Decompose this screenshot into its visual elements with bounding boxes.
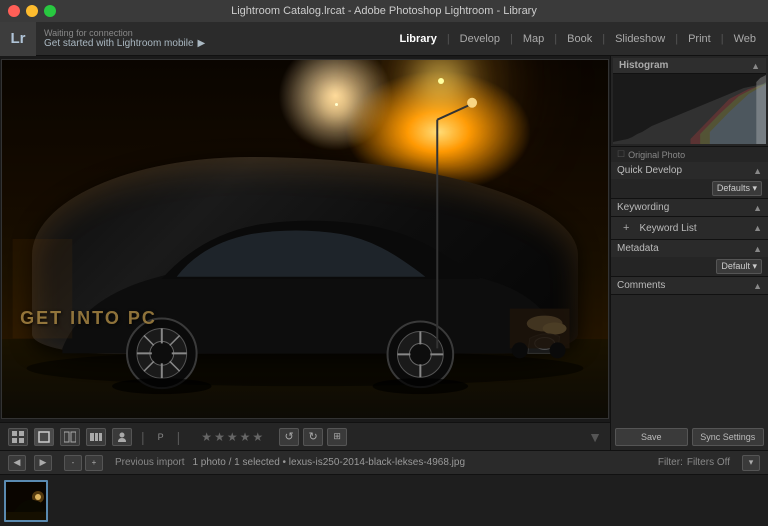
car-image: GET INTO PC — [2, 60, 608, 418]
grid-view-button[interactable] — [8, 428, 28, 446]
compare-view-button[interactable] — [60, 428, 80, 446]
photo-toolbar: | P | ★ ★ ★ ★ ★ ↺ ↻ ⊞ ▼ — [0, 422, 610, 450]
grid-smaller-button[interactable]: - — [64, 455, 82, 471]
loupe-view-button[interactable] — [34, 428, 54, 446]
right-panel: Histogram ▲ — [610, 56, 768, 450]
histogram-header[interactable]: Histogram ▲ — [613, 58, 766, 74]
main-photo: GET INTO PC — [1, 59, 609, 419]
tab-book[interactable]: Book — [559, 29, 600, 49]
import-label: Previous import — [115, 457, 184, 468]
keyword-list-label: Keyword List — [639, 223, 696, 234]
comments-label: Comments — [617, 280, 665, 291]
metadata-chevron: ▲ — [753, 244, 762, 254]
status-bar: ◀ ▶ - + Previous import 1 photo / 1 sele… — [0, 450, 768, 474]
original-photo-label: ☐ Original Photo — [611, 147, 768, 162]
right-panel-buttons: Save Sync Settings — [611, 424, 768, 450]
title-bar: Lightroom Catalog.lrcat - Adobe Photosho… — [0, 0, 768, 22]
metadata-preset-row: Default ▾ — [611, 257, 768, 276]
filter-toggle-button[interactable]: ▾ — [742, 455, 760, 471]
car-svg — [2, 60, 608, 418]
minimize-button[interactable] — [26, 5, 38, 17]
histogram-chevron: ▲ — [751, 61, 760, 71]
top-bar: Lr Waiting for connection Get started wi… — [0, 22, 768, 56]
star-rating[interactable]: ★ ★ ★ ★ ★ — [201, 430, 263, 444]
metadata-dropdown[interactable]: Default ▾ — [716, 259, 762, 274]
window-controls — [8, 5, 56, 17]
survey-view-button[interactable] — [86, 428, 106, 446]
preset-dropdown[interactable]: Defaults ▾ — [712, 181, 762, 196]
zoom-button[interactable]: ⊞ — [327, 428, 347, 446]
rotate-right-button[interactable]: ↻ — [303, 428, 323, 446]
photo-container: GET INTO PC — [0, 56, 610, 422]
tab-slideshow[interactable]: Slideshow — [607, 29, 673, 49]
histogram-panel: Histogram ▲ — [611, 56, 768, 147]
people-view-button[interactable] — [112, 428, 132, 446]
filmstrip — [0, 474, 768, 526]
keyword-list-chevron: ▲ — [753, 223, 762, 233]
status-text: 1 photo / 1 selected • lexus-is250-2014-… — [192, 457, 649, 468]
sync-settings-button[interactable]: Sync Settings — [692, 428, 765, 446]
keywording-section: Keywording ▲ — [611, 199, 768, 217]
watermark: GET INTO PC — [20, 308, 157, 329]
tab-library[interactable]: Library — [392, 29, 445, 49]
rotate-left-button[interactable]: ↺ — [279, 428, 299, 446]
keywording-label: Keywording — [617, 202, 669, 213]
lr-logo: Lr — [0, 22, 36, 56]
filter-area: Filter: Filters Off — [658, 457, 730, 468]
comments-chevron: ▲ — [753, 281, 762, 291]
metadata-section: Metadata ▲ Default ▾ — [611, 240, 768, 277]
nav-tabs: Library | Develop | Map | Book | Slidesh… — [392, 29, 768, 49]
filmstrip-thumb-1[interactable] — [4, 480, 48, 522]
maximize-button[interactable] — [44, 5, 56, 17]
sort-label: P — [154, 432, 168, 442]
tab-web[interactable]: Web — [726, 29, 764, 49]
grid-controls: - + — [64, 455, 103, 471]
histogram-canvas — [613, 74, 766, 144]
window-title: Lightroom Catalog.lrcat - Adobe Photosho… — [231, 5, 537, 17]
next-nav-button[interactable]: ▶ — [34, 455, 52, 471]
tab-map[interactable]: Map — [515, 29, 552, 49]
quick-develop-label: Quick Develop — [617, 165, 682, 176]
tab-develop[interactable]: Develop — [452, 29, 508, 49]
keyword-list-header[interactable]: + Keyword List ▲ — [611, 217, 768, 239]
connection-info: Waiting for connection Get started with … — [36, 28, 392, 49]
metadata-header[interactable]: Metadata ▲ — [611, 240, 768, 257]
quick-develop-chevron: ▲ — [753, 166, 762, 176]
center-area: GET INTO PC | P | ★ — [0, 56, 610, 450]
comments-header[interactable]: Comments ▲ — [611, 277, 768, 294]
main-layout: GET INTO PC | P | ★ — [0, 56, 768, 450]
close-button[interactable] — [8, 5, 20, 17]
tab-print[interactable]: Print — [680, 29, 719, 49]
comments-section: Comments ▲ — [611, 277, 768, 295]
keyword-list-section: + Keyword List ▲ — [611, 217, 768, 240]
toolbar-right-icons: ↺ ↻ ⊞ — [279, 428, 347, 446]
connection-action[interactable]: Get started with Lightroom mobile ▶ — [44, 38, 392, 49]
connection-status: Waiting for connection — [44, 28, 392, 38]
histogram-label: Histogram — [619, 60, 668, 71]
filter-label: Filter: — [658, 457, 683, 468]
thumb-image-1 — [6, 482, 46, 520]
grid-larger-button[interactable]: + — [85, 455, 103, 471]
metadata-label: Metadata — [617, 243, 659, 254]
quick-develop-section: Quick Develop ▲ Defaults ▾ — [611, 162, 768, 199]
quick-develop-preset-row: Defaults ▾ — [611, 179, 768, 198]
histogram-svg — [613, 74, 766, 144]
save-button[interactable]: Save — [615, 428, 688, 446]
previous-nav-button[interactable]: ◀ — [8, 455, 26, 471]
quick-develop-header[interactable]: Quick Develop ▲ — [611, 162, 768, 179]
toolbar-scroll: ▼ — [588, 429, 602, 445]
keywording-header[interactable]: Keywording ▲ — [611, 199, 768, 216]
keywording-chevron: ▲ — [753, 203, 762, 213]
filter-value: Filters Off — [687, 457, 730, 468]
keyword-plus-button[interactable]: + — [617, 220, 635, 236]
